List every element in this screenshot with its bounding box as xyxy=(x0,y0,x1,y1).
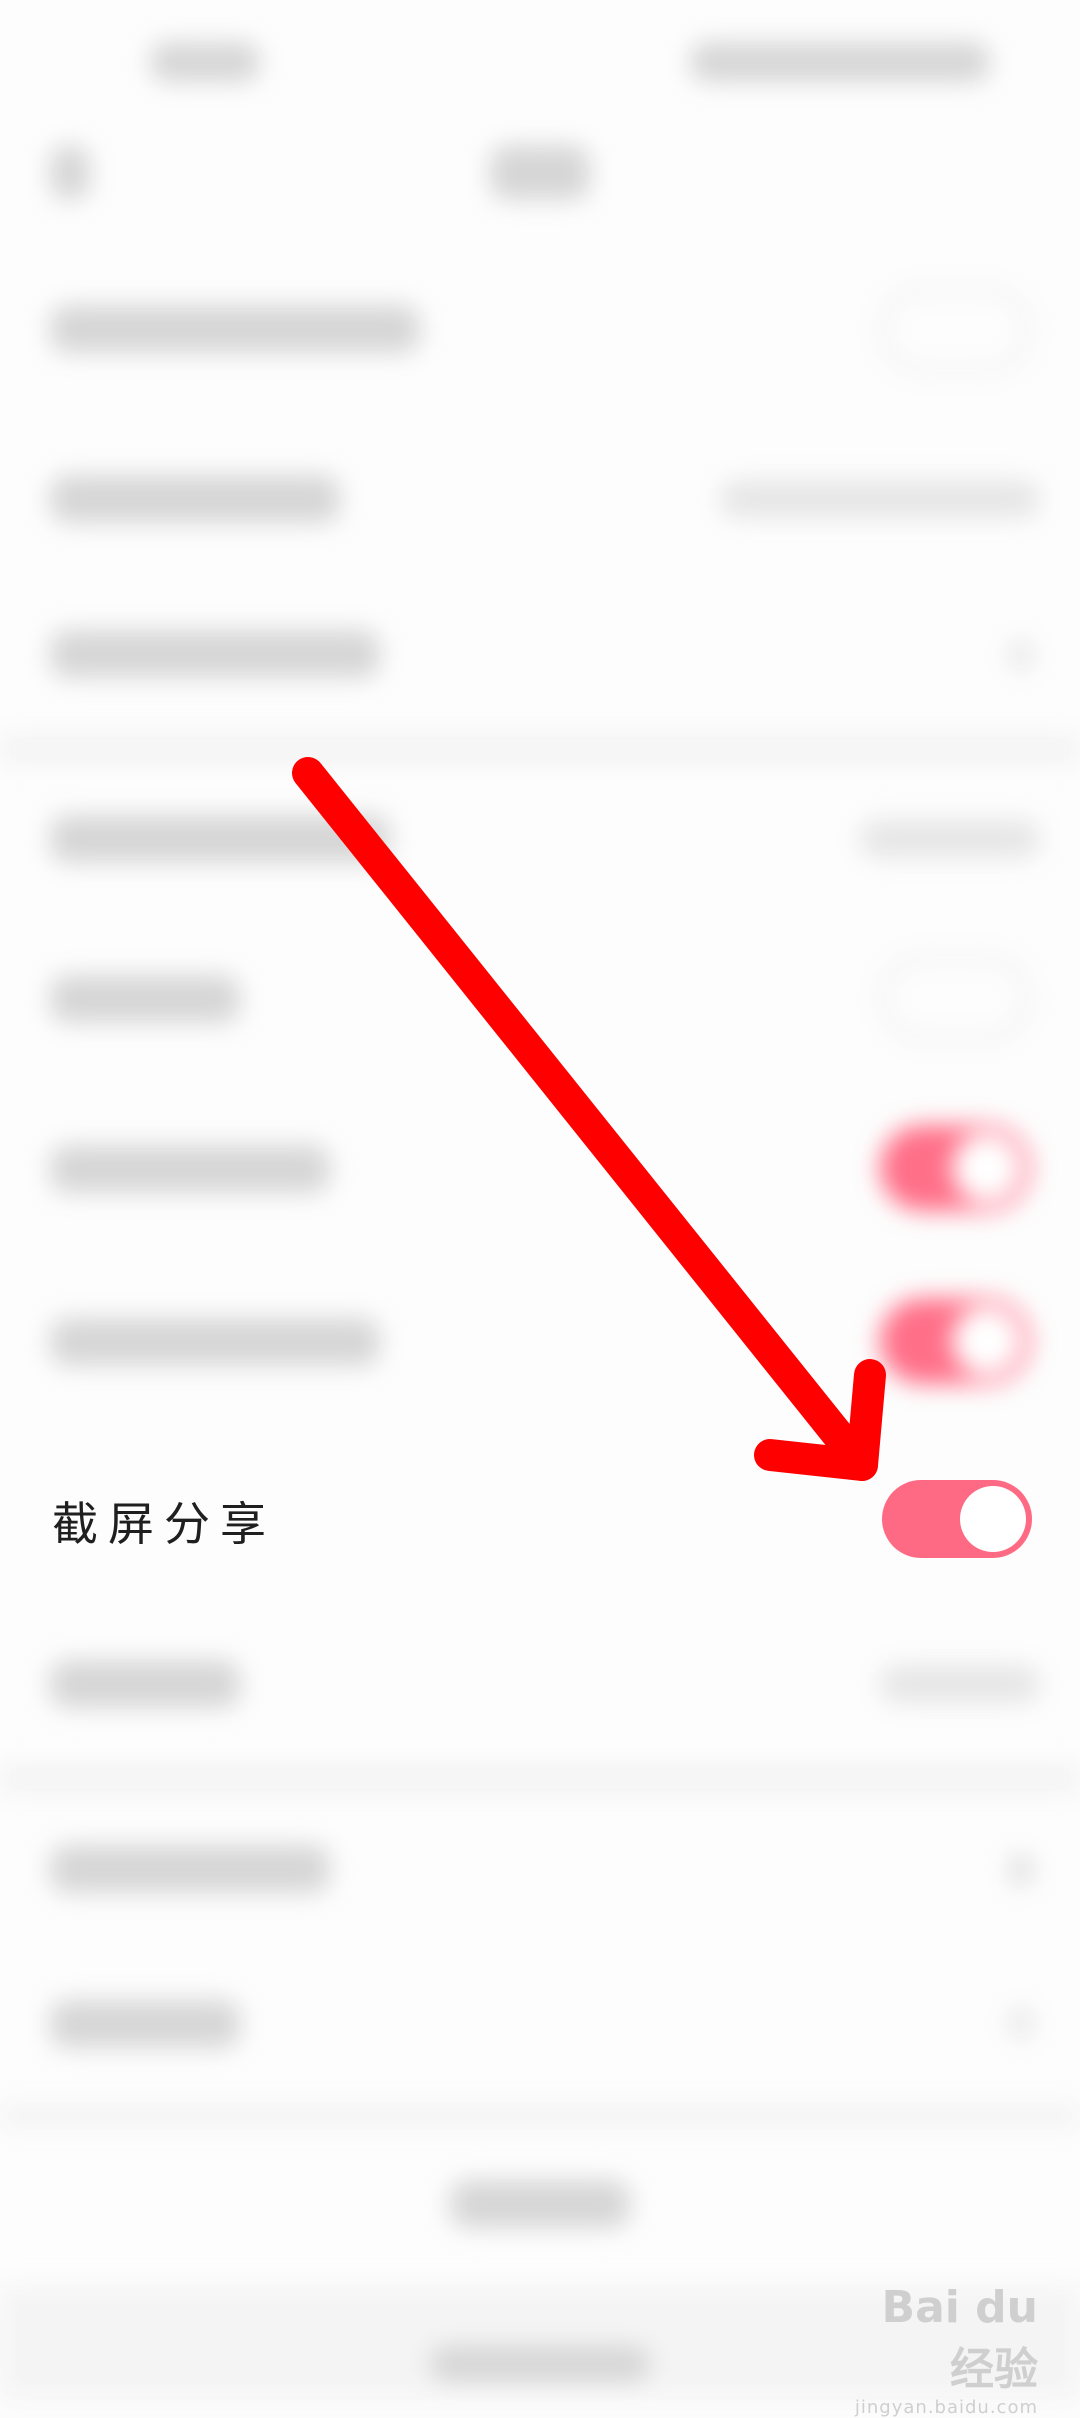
setting-row-label-placeholder xyxy=(50,975,240,1023)
section-divider xyxy=(0,735,1080,763)
setting-row-label-placeholder xyxy=(50,815,390,863)
setting-row-label-placeholder xyxy=(50,1660,240,1708)
screenshot-share-toggle[interactable] xyxy=(882,1480,1032,1558)
baidu-jingyan-watermark: Bai du 经验 jingyan.baidu.com xyxy=(828,2282,1038,2418)
status-time-placeholder xyxy=(150,42,260,82)
setting-row-value-placeholder xyxy=(860,820,1040,858)
chevron-right-icon xyxy=(1010,1855,1032,1885)
setting-row-label-placeholder xyxy=(50,1845,330,1893)
setting-row-label-placeholder xyxy=(50,1318,380,1366)
setting-toggle-on[interactable] xyxy=(880,1125,1030,1211)
status-icons-placeholder xyxy=(690,42,990,82)
setting-row-label-placeholder xyxy=(50,630,380,678)
arrow-shaft xyxy=(292,757,878,1481)
setting-toggle-off[interactable] xyxy=(880,955,1030,1041)
setting-row-label-placeholder xyxy=(50,2000,240,2048)
setting-row-value-placeholder xyxy=(720,480,1040,518)
setting-row-screenshot-share: 截屏分享 xyxy=(0,1460,1080,1584)
setting-toggle-on[interactable] xyxy=(880,1298,1030,1384)
chevron-right-icon xyxy=(1010,2008,1032,2038)
chevron-right-icon xyxy=(1010,640,1032,670)
screenshot-share-label: 截屏分享 xyxy=(52,1497,276,1551)
setting-row-label-placeholder xyxy=(50,1145,330,1193)
logout-button-placeholder[interactable] xyxy=(450,2180,630,2228)
bottom-text-placeholder xyxy=(430,2346,650,2382)
setting-row-value-placeholder xyxy=(880,1665,1040,1703)
page-title-placeholder xyxy=(490,145,590,200)
section-divider xyxy=(0,1765,1080,1793)
setting-toggle-off[interactable] xyxy=(880,287,1030,373)
watermark-subtitle: jingyan.baidu.com xyxy=(854,2397,1038,2418)
arrow-head xyxy=(754,1359,886,1481)
watermark-logo: Bai du 经验 xyxy=(881,2282,1038,2395)
toggle-knob xyxy=(960,1486,1026,1552)
section-divider xyxy=(0,2105,1080,2127)
setting-row-label-placeholder xyxy=(50,475,340,523)
back-icon[interactable] xyxy=(50,145,90,200)
setting-row-label-placeholder xyxy=(50,305,420,353)
